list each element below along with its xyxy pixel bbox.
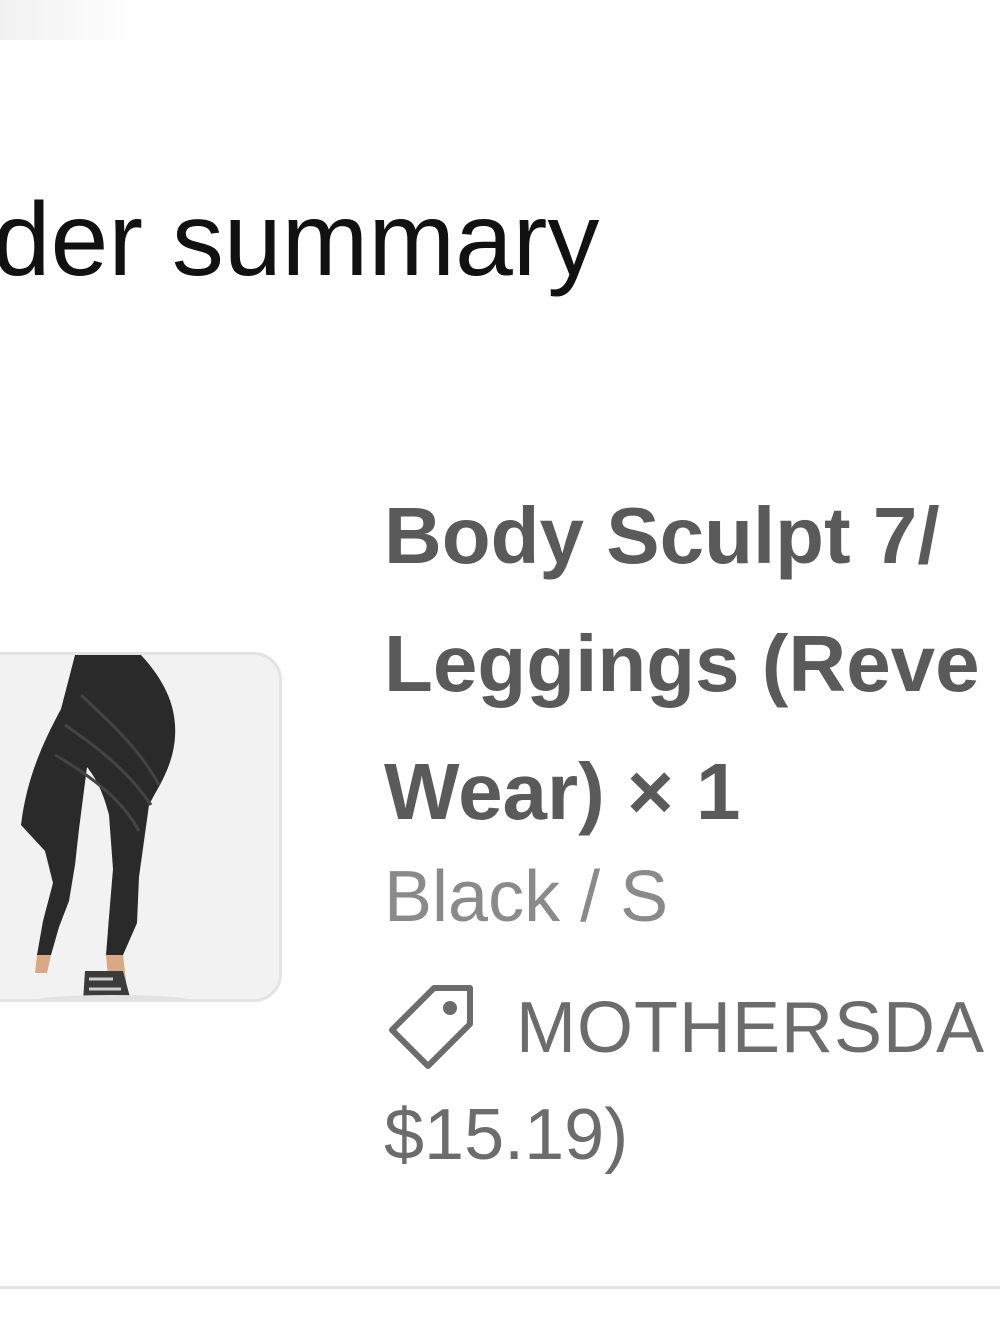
- tag-icon: [389, 985, 473, 1069]
- product-title-line-1: Body Sculpt 7/: [384, 491, 940, 580]
- order-summary-heading: rder summary: [0, 182, 600, 298]
- section-divider: [0, 1286, 1000, 1289]
- product-title-line-2: Leggings (Reve: [384, 619, 980, 708]
- product-title-line-3: Wear) × 1: [384, 747, 741, 836]
- discount-row: MOTHERSDA: [384, 978, 985, 1078]
- product-variant: Black / S: [384, 857, 669, 937]
- order-summary-screen: rder summary Body Sculpt 7/ Leggings (Re…: [0, 0, 1000, 1333]
- product-title: Body Sculpt 7/ Leggings (Reve Wear) × 1: [384, 472, 1000, 856]
- product-thumbnail: [0, 652, 282, 1002]
- top-edge-shadow: [0, 0, 140, 40]
- leggings-image-icon: [0, 655, 279, 999]
- discount-amount: $15.19): [384, 1095, 629, 1175]
- discount-code: MOTHERSDA: [516, 988, 986, 1068]
